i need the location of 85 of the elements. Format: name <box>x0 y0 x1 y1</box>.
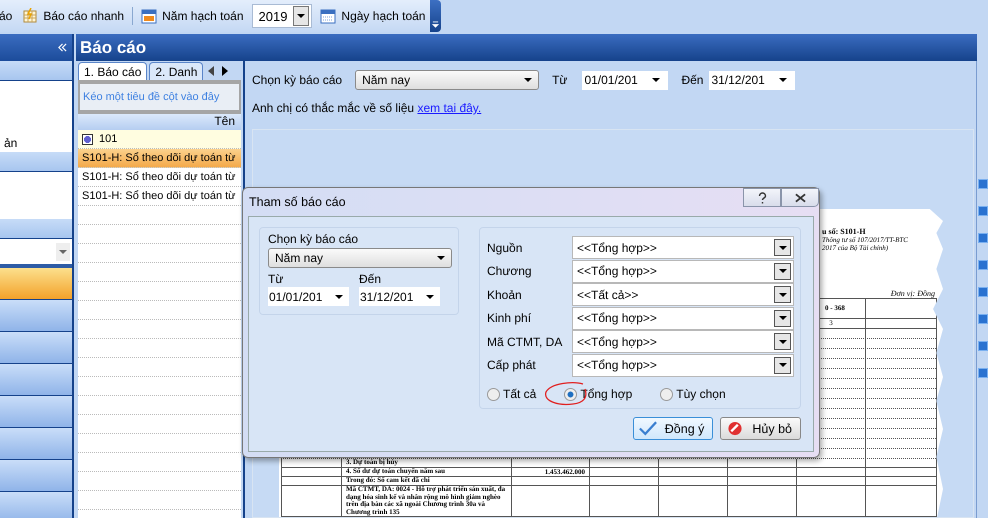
panel-title: Báo cáo <box>76 34 977 61</box>
filter-select[interactable]: <<Tổng hợp>> <box>572 306 794 330</box>
field-label: Nguồn <box>487 240 524 255</box>
dropdown-icon <box>778 316 786 320</box>
dropdown-icon <box>778 292 786 297</box>
dropdown-icon <box>778 246 786 250</box>
to-date-field[interactable]: 31/12/201 <box>359 287 440 306</box>
from-date-field[interactable]: 01/01/201 <box>268 287 349 306</box>
navigation-item[interactable] <box>0 300 72 332</box>
radio-button[interactable] <box>487 388 500 400</box>
navigation-item[interactable] <box>0 268 72 300</box>
dropdown-icon <box>426 294 434 298</box>
to-label: Đến <box>681 73 704 87</box>
radio-button[interactable] <box>660 388 674 400</box>
from-label: Từ <box>552 73 568 87</box>
filter-select[interactable]: <<Tổng hợp>> <box>572 260 794 283</box>
dropdown-icon <box>297 14 306 18</box>
field-label: Khoản <box>487 288 523 302</box>
group-label: 101 <box>99 132 118 147</box>
period-label: Chọn kỳ báo cáo <box>268 232 360 246</box>
tab[interactable]: 1. Báo cáo <box>78 62 148 80</box>
sidebar-item[interactable]: ản <box>4 136 18 150</box>
dropdown-icon <box>437 256 445 260</box>
navigation-item[interactable] <box>0 460 72 492</box>
radio-button[interactable] <box>564 388 578 400</box>
dropdown-icon <box>524 78 532 82</box>
filter-select[interactable]: <<Tổng hợp>> <box>572 354 794 377</box>
radio-option[interactable]: Tùy chọn <box>660 387 726 401</box>
help-text: Anh chị có thắc mắc về số liệu <box>252 101 414 115</box>
group-row[interactable]: 101 <box>78 130 241 149</box>
field-label: Kinh phí <box>487 311 532 326</box>
dropdown-icon <box>778 363 786 368</box>
cancel-button[interactable]: Hủy bỏ <box>720 417 801 440</box>
dropdown-icon <box>779 78 788 82</box>
overflow-icon <box>432 21 439 28</box>
no-entry-icon <box>726 421 744 436</box>
radio-option[interactable]: Tất cả <box>487 387 536 401</box>
filter-select[interactable]: <<Tất cả>> <box>572 283 794 306</box>
to-date-field[interactable]: 31/12/201 <box>709 70 796 90</box>
period-label: Chọn kỳ báo cáo <box>252 73 342 87</box>
year-select[interactable]: 2019 <box>252 4 312 28</box>
help-link[interactable]: xem tai đây. <box>417 101 482 115</box>
close-button[interactable] <box>781 188 819 207</box>
filter-select[interactable]: <<Tổng hợp>> <box>572 236 794 260</box>
report-row[interactable]: S101-H: Sổ theo dõi dự toán từ <box>78 187 241 206</box>
report-row[interactable]: S101-H: Sổ theo dõi dự toán từ <box>78 168 241 187</box>
from-label: Từ <box>268 272 284 286</box>
tab[interactable]: 2. Danh <box>149 62 204 80</box>
field-label: Chương <box>487 264 533 278</box>
field-label: Cấp phát <box>487 358 537 372</box>
dropdown-icon <box>335 294 343 298</box>
scroll-right-icon[interactable] <box>222 66 228 76</box>
fiscal-year-label: Năm hạch toán <box>137 8 248 24</box>
filter-select[interactable]: <<Tổng hợp>> <box>572 330 794 354</box>
navigation-item[interactable] <box>0 396 72 428</box>
table-icon <box>22 8 38 24</box>
navigation-item[interactable] <box>0 428 72 460</box>
navigation-item[interactable] <box>0 364 72 396</box>
toolbar-overflow-button[interactable] <box>430 0 441 32</box>
ok-button[interactable]: Đồng ý <box>632 417 714 440</box>
period-select[interactable]: Năm nay <box>268 248 452 268</box>
close-icon <box>794 192 806 204</box>
checkmark-icon <box>638 421 657 436</box>
calendar-icon <box>320 8 336 24</box>
scroll-left-icon[interactable] <box>208 66 214 76</box>
from-date-field[interactable]: 01/01/201 <box>582 70 668 90</box>
to-label: Đến <box>359 272 382 286</box>
dropdown-icon <box>652 78 660 82</box>
dropdown-icon <box>778 269 786 274</box>
column-header[interactable]: Tên <box>78 114 241 130</box>
calendar-icon <box>141 8 158 24</box>
group-hint: Kéo một tiêu đề cột vào đây <box>80 84 239 110</box>
fiscal-date-button[interactable]: Ngày hạch toán <box>316 8 430 24</box>
help-icon <box>756 192 768 204</box>
report-row[interactable]: S101-H: Sổ theo dõi dự toán từ <box>78 149 241 168</box>
form-number: u số: S101-H <box>822 227 867 236</box>
quick-report-button[interactable]: Báo cáo nhanh <box>18 8 128 24</box>
navigation-item[interactable] <box>0 332 72 364</box>
dropdown-icon <box>778 340 786 344</box>
currency-unit: Đơn vị: Đồng <box>890 289 935 298</box>
help-button[interactable] <box>743 188 781 207</box>
dialog-title: Tham số báo cáo <box>249 195 346 209</box>
field-label: Mã CTMT, DA <box>487 334 564 349</box>
period-select[interactable]: Năm nay <box>355 70 540 90</box>
dropdown-icon <box>59 250 67 254</box>
